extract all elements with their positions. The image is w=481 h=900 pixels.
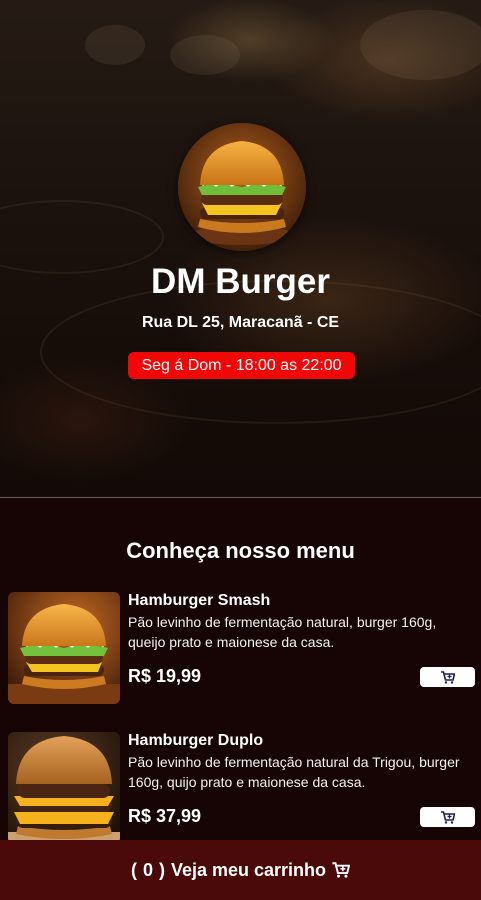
restaurant-name: DM Burger bbox=[151, 262, 330, 301]
opening-hours-badge: Seg á Dom - 18:00 as 22:00 bbox=[128, 352, 355, 379]
restaurant-address: Rua DL 25, Maracanã - CE bbox=[141, 314, 340, 331]
restaurant-logo bbox=[178, 123, 306, 251]
burger-logo-image bbox=[178, 123, 306, 251]
hero-content: DM Burger Rua DL 25, Maracanã - CE Seg á… bbox=[0, 0, 481, 900]
